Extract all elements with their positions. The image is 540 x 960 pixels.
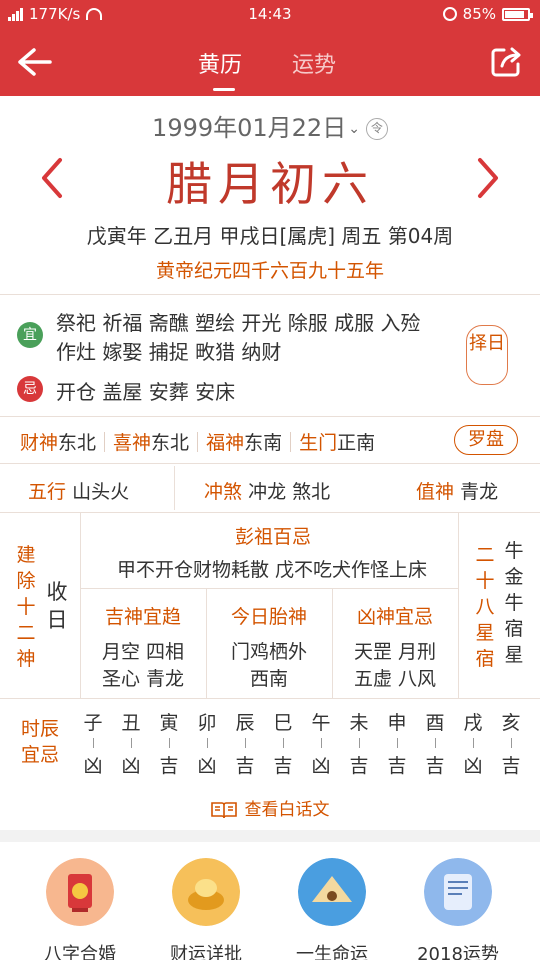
- service-label[interactable]: 2018运势: [398, 940, 518, 960]
- battery-percent: 85%: [462, 5, 496, 23]
- lunar-date: 腊月初六: [166, 157, 374, 211]
- baihua-label: 查看白话文: [244, 800, 330, 820]
- wuxing: 五行 山头火: [28, 481, 130, 503]
- chongsha: 冲煞 冲龙 煞北: [204, 481, 331, 503]
- god-caishen: 财神 东北: [20, 432, 97, 454]
- hour-item: 戌凶: [463, 712, 483, 777]
- battery-icon: [502, 7, 533, 21]
- xingxiu-label: 二十八星宿: [475, 544, 495, 670]
- taishen-line2: 西南: [249, 668, 288, 690]
- god-fushen: 福神 东南: [206, 432, 283, 454]
- back-arrow-icon[interactable]: [14, 44, 54, 80]
- hour-item: 寅吉: [159, 712, 179, 777]
- pengzu-title: 彭祖百忌: [234, 526, 311, 548]
- yi-activities: 祭祀 祈福 斋醮 塑绘 开光 除服 成服 入殓 作灶 嫁娶 捕捉 畋猎 纳财: [56, 311, 421, 364]
- hour-item: 丑凶: [121, 712, 141, 777]
- xiongshen-line1: 天罡 月刑: [353, 641, 437, 663]
- solar-date: 1999年01月22日: [152, 114, 347, 142]
- xingxiu-value: 牛金牛宿星: [504, 540, 524, 666]
- hour-item: 未吉: [349, 712, 369, 777]
- xiongshen-title: 凶神宜忌: [356, 606, 433, 628]
- section-gap: [0, 830, 540, 842]
- service-label[interactable]: 财运详批: [146, 940, 266, 960]
- divider: [0, 416, 540, 417]
- hour-item: 午凶: [311, 712, 331, 777]
- zhishen: 值神 青龙: [416, 481, 499, 503]
- tab-yunshi[interactable]: 运势: [292, 47, 336, 79]
- jishen-line2: 圣心 青龙: [101, 668, 185, 690]
- xiongshen-line2: 五虚 八风: [353, 668, 437, 690]
- taishen-title: 今日胎神: [230, 606, 307, 628]
- jishen-title: 吉神宜趋: [104, 606, 181, 628]
- zeri-button[interactable]: 择日: [466, 325, 508, 385]
- caiyun-icon[interactable]: [172, 858, 240, 926]
- god-xishen: 喜神 东北: [113, 432, 190, 454]
- status-right: 85%: [442, 5, 533, 23]
- hour-item: 巳吉: [273, 712, 293, 777]
- pengzu-text: 甲不开仓财物耗散 戊不吃犬作怪上床: [116, 559, 428, 581]
- luopan-button[interactable]: 罗盘: [454, 425, 518, 455]
- alarm-icon: [442, 7, 457, 21]
- hour-item: 卯凶: [197, 712, 217, 777]
- divider: [0, 698, 540, 699]
- yunshi-2018-icon[interactable]: [424, 858, 492, 926]
- chevron-down-icon: ⌄: [348, 121, 360, 137]
- gods-directions: 财神 东北 喜神 东北 福神 东南 生门 正南: [20, 428, 375, 455]
- divider: [0, 512, 540, 513]
- hours-label: 时辰宜忌: [20, 718, 59, 766]
- ji-badge: 忌: [17, 376, 43, 402]
- jianchu-label: 建除十二神: [16, 544, 36, 670]
- divider: [0, 294, 540, 295]
- hour-item: 酉吉: [425, 712, 445, 777]
- jishen-line1: 月空 四相: [101, 641, 185, 663]
- huangdi-era: 黄帝纪元四千六百九十五年: [155, 260, 384, 282]
- ji-activities: 开仓 盖屋 安葬 安床: [56, 380, 236, 404]
- active-tab-indicator: [213, 88, 235, 91]
- lunar-date-row: 腊月初六: [0, 148, 540, 212]
- next-day-icon[interactable]: [472, 156, 502, 200]
- god-shengmen: 生门 正南: [299, 432, 376, 454]
- zeri-label: 择日: [469, 333, 505, 354]
- solar-date-selector[interactable]: 1999年01月22日 ⌄ 令: [0, 108, 540, 143]
- taishen-line1: 门鸡栖外: [230, 641, 307, 663]
- divider: [0, 463, 540, 464]
- hour-item: 申吉: [387, 712, 407, 777]
- yi-badge: 宜: [17, 322, 43, 348]
- share-icon[interactable]: [488, 44, 524, 80]
- mingyun-icon[interactable]: [298, 858, 366, 926]
- tab-huangli[interactable]: 黄历: [198, 47, 242, 79]
- bazi-hehun-icon[interactable]: [46, 858, 114, 926]
- hour-item: 亥吉: [501, 712, 521, 777]
- service-label[interactable]: 一生命运: [272, 940, 392, 960]
- book-icon: [210, 802, 237, 819]
- ganzhi-line: 戊寅年 乙丑月 甲戌日[属虎] 周五 第04周: [86, 224, 454, 248]
- app-bar: 黄历 运势: [0, 30, 540, 96]
- jianchu-value: 收日: [46, 580, 68, 632]
- divider: [80, 588, 458, 589]
- hour-item: 辰吉: [235, 712, 255, 777]
- baihua-link[interactable]: 查看白话文: [0, 795, 540, 820]
- status-bar: 177K/s 14:43 85%: [0, 0, 540, 30]
- service-label[interactable]: 八字合婚: [20, 940, 140, 960]
- hour-item: 子凶: [83, 712, 103, 777]
- ling-badge[interactable]: 令: [365, 118, 388, 140]
